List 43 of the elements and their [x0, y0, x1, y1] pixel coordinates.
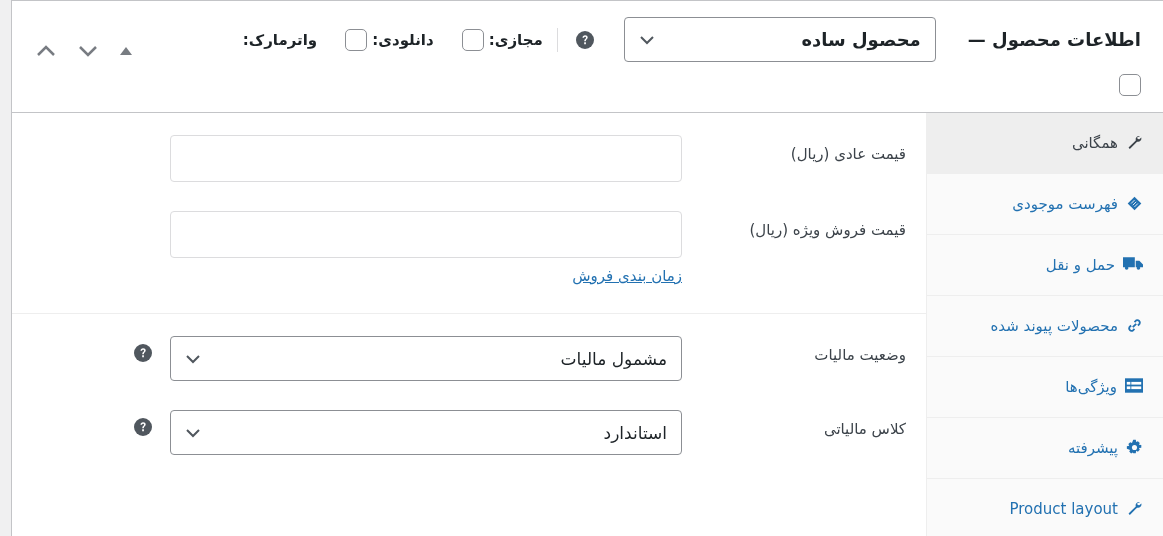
triangle-up-icon: [120, 47, 132, 55]
help-icon[interactable]: [134, 418, 152, 436]
help-icon[interactable]: [575, 30, 594, 49]
gear-icon: [1126, 439, 1143, 456]
product-data-tab[interactable]: همگانی: [927, 113, 1163, 174]
field-label: قیمت عادی (ریال): [789, 144, 907, 163]
tax-select[interactable]: استاندارد: [170, 410, 682, 455]
option-label: مجازی:: [488, 30, 543, 49]
truck-icon: [1123, 256, 1143, 271]
wrench-icon: [1126, 500, 1143, 517]
schedule-sale-link[interactable]: زمان بندی فروش: [572, 267, 682, 285]
checkbox[interactable]: [345, 28, 368, 51]
collapse-button[interactable]: [120, 47, 132, 55]
option-label: دانلودی:: [372, 30, 434, 49]
panel-title: اطلاعات محصول —: [967, 29, 1141, 50]
field-label: کلاس مالیاتی: [822, 419, 907, 438]
chevron-down-icon: [185, 353, 201, 364]
tag-icon: [1126, 195, 1143, 212]
checkbox[interactable]: [1119, 74, 1141, 96]
field-label: وضعیت مالیات: [813, 345, 907, 364]
price-input[interactable]: [170, 211, 682, 258]
product-data-tab[interactable]: ویژگی‌ها: [927, 357, 1163, 418]
chevron-down-icon: [185, 427, 201, 438]
link-icon: [1126, 317, 1143, 334]
move-down-button[interactable]: [78, 45, 98, 57]
checkbox[interactable]: [461, 28, 484, 51]
product-data-tab[interactable]: Product layout: [927, 479, 1163, 536]
move-up-button[interactable]: [36, 45, 56, 57]
chevron-down-icon: [638, 34, 655, 45]
list-icon: [1125, 378, 1143, 393]
product-data-tab[interactable]: فهرست موجودی: [927, 174, 1163, 235]
price-input[interactable]: [170, 135, 682, 182]
product-data-tab[interactable]: پیشرفته: [927, 418, 1163, 479]
product-data-tab[interactable]: حمل و نقل: [927, 235, 1163, 296]
product-type-select[interactable]: محصول ساده: [623, 17, 936, 62]
product-data-tab[interactable]: محصولات پیوند شده: [927, 296, 1163, 357]
field-label: قیمت فروش ویژه (ریال): [748, 220, 907, 239]
tax-select[interactable]: مشمول مالیات: [170, 336, 682, 381]
chevron-down-icon: [78, 45, 98, 57]
chevron-up-icon: [36, 45, 56, 57]
wrench-icon: [1126, 134, 1143, 151]
help-icon[interactable]: [134, 344, 152, 362]
option-label: واترمارک:: [242, 30, 318, 49]
